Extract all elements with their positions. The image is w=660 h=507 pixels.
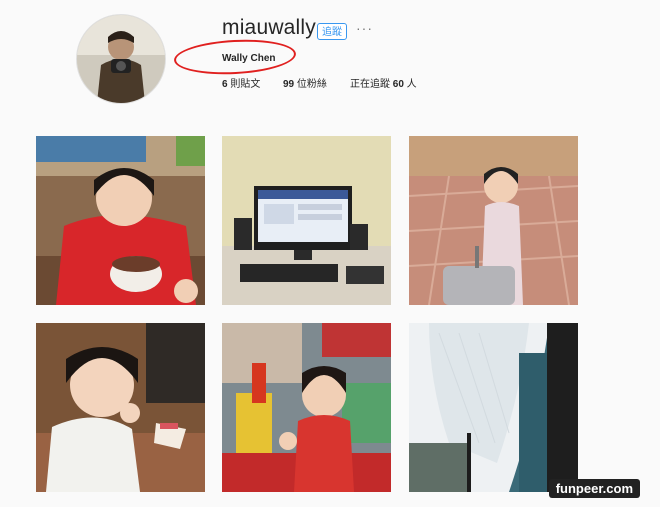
post-image-2 bbox=[222, 136, 391, 305]
post-image-6 bbox=[409, 323, 578, 492]
post-image-3 bbox=[409, 136, 578, 305]
post-thumbnail-6[interactable] bbox=[409, 323, 578, 492]
post-thumbnail-3[interactable] bbox=[409, 136, 578, 305]
post-thumbnail-2[interactable] bbox=[222, 136, 391, 305]
post-thumbnail-1[interactable] bbox=[36, 136, 205, 305]
post-thumbnail-5[interactable] bbox=[222, 323, 391, 492]
post-image-5 bbox=[222, 323, 391, 492]
post-image-1 bbox=[36, 136, 205, 305]
watermark: funpeer.com bbox=[548, 479, 640, 498]
post-thumbnail-4[interactable] bbox=[36, 323, 205, 492]
post-image-4 bbox=[36, 323, 205, 492]
posts-grid bbox=[0, 0, 660, 502]
